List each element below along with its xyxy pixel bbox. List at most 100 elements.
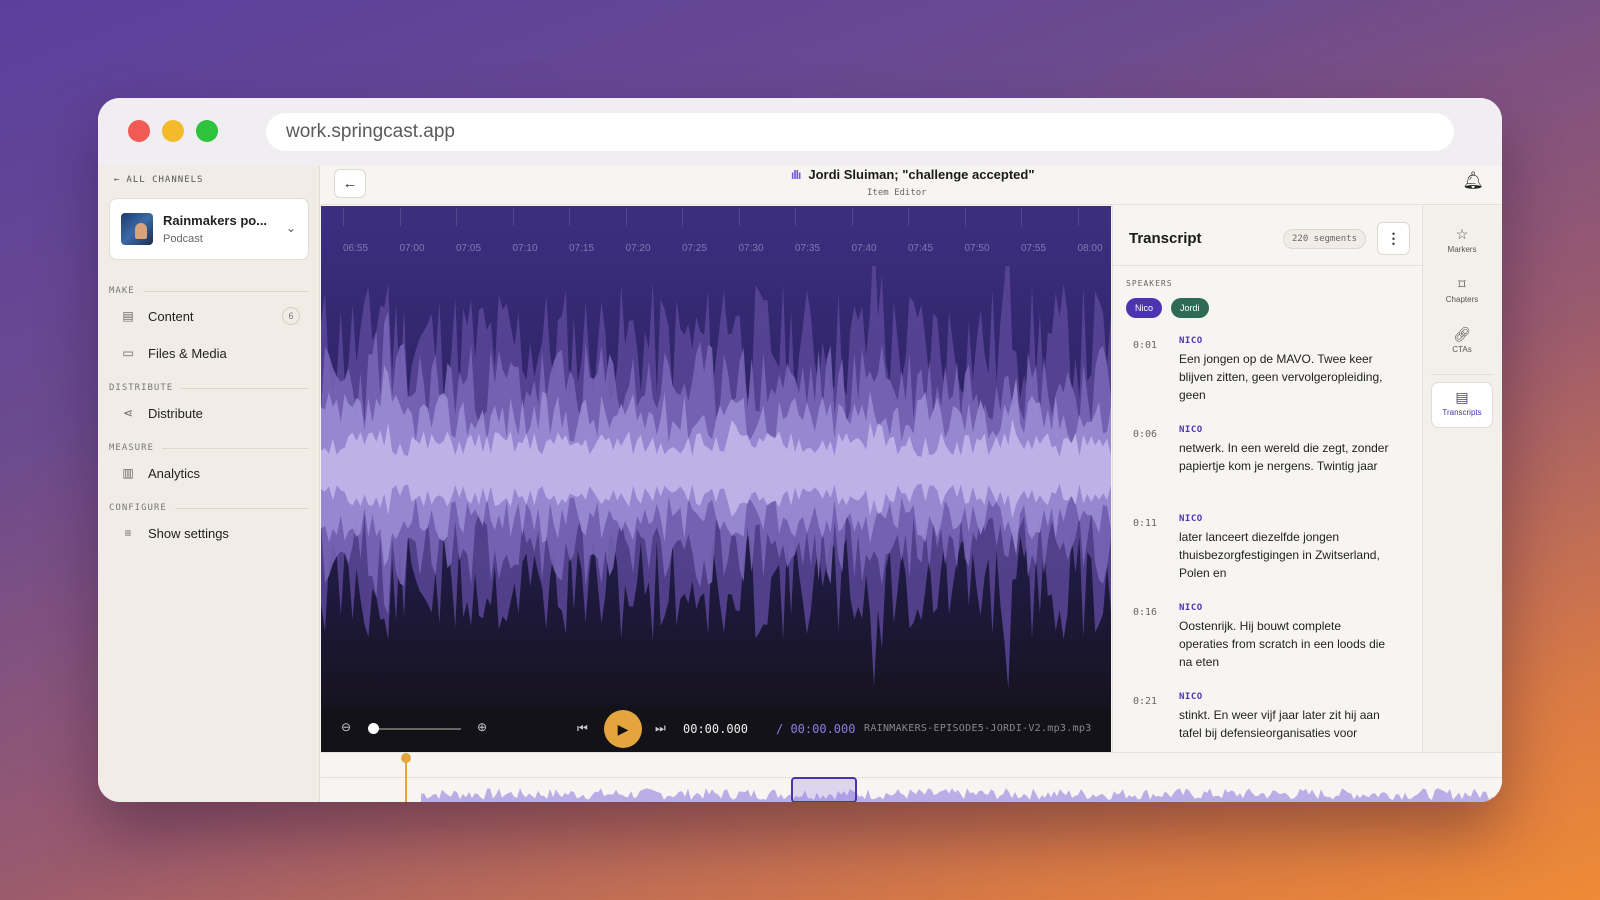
channel-name: Rainmakers po... bbox=[163, 213, 268, 228]
address-bar[interactable]: work.springcast.app bbox=[266, 113, 1454, 151]
timeline-tick bbox=[399, 208, 401, 226]
zoom-out-icon[interactable]: ⊖ bbox=[341, 720, 351, 734]
transcript-header: Transcript 220 segments ⋮ bbox=[1113, 206, 1422, 266]
sidebar-item-label: Content bbox=[148, 308, 194, 324]
speaker-chip-jordi[interactable]: Jordi bbox=[1171, 298, 1209, 318]
timeline-tick bbox=[1021, 208, 1022, 226]
rail-item-label: Chapters bbox=[1445, 295, 1479, 304]
sidebar-item-content[interactable]: ▤ Content 6 bbox=[120, 304, 300, 328]
timeline-tick bbox=[682, 208, 683, 226]
bookmark-icon: ⌑ bbox=[1458, 276, 1466, 292]
player-controls: ⊖ ⊕ ⏮︎ ▶ ⏭︎ 00:00.000 / 00:00.000 RAINMA… bbox=[321, 706, 1111, 752]
section-make: MAKE bbox=[109, 286, 309, 296]
rail-item-ctas[interactable]: 🔗︎ CTAs bbox=[1431, 320, 1493, 366]
segment-speaker: NICO bbox=[1179, 603, 1203, 613]
rail-item-label: CTAs bbox=[1452, 345, 1472, 354]
all-channels-link[interactable]: ← ALL CHANNELS bbox=[114, 175, 203, 185]
link-icon: 🔗︎ bbox=[1453, 326, 1471, 342]
timeline-tick-label: 07:05 bbox=[456, 243, 482, 254]
content-count-badge: 6 bbox=[282, 307, 300, 325]
play-button[interactable]: ▶ bbox=[604, 710, 642, 748]
segment-text: stinkt. En weer vijf jaar later zit hij … bbox=[1179, 708, 1380, 740]
segment-speaker: NICO bbox=[1179, 514, 1203, 524]
sidebar-item-analytics[interactable]: ▥ Analytics bbox=[120, 461, 300, 485]
overview-waveform bbox=[421, 788, 1502, 802]
maximize-window-button[interactable] bbox=[196, 120, 218, 142]
timeline-tick bbox=[343, 208, 344, 226]
all-channels-label: ALL CHANNELS bbox=[126, 175, 204, 185]
total-time: / 00:00.000 bbox=[776, 722, 856, 736]
timeline-tick bbox=[795, 208, 796, 226]
waveform-overview[interactable] bbox=[321, 752, 1502, 802]
waveform-panel[interactable]: 06:55 07:00 07:05 07:10 07:15 07:20 07:25 07:30… bbox=[321, 206, 1111, 706]
segment-speaker: NICO bbox=[1179, 425, 1203, 435]
sidebar-item-label: Analytics bbox=[148, 465, 201, 481]
play-icon: ▶ bbox=[617, 720, 629, 737]
editor-tool-rail: ☆ Markers ⌑ Chapters 🔗︎ CTAs ▤ Transcrip… bbox=[1422, 206, 1502, 752]
sidebar-item-label: Show settings bbox=[148, 525, 229, 541]
timeline-tick bbox=[625, 208, 627, 226]
segment-text: Een jongen op de MAVO. Twee keer blijven… bbox=[1179, 352, 1383, 402]
skip-back-icon[interactable]: ⏮︎ bbox=[577, 721, 588, 736]
rail-item-chapters[interactable]: ⌑ Chapters bbox=[1431, 270, 1493, 316]
rail-item-label: Transcripts bbox=[1442, 408, 1482, 417]
channel-selector[interactable]: Rainmakers po... Podcast ⌄ bbox=[109, 198, 309, 260]
timeline-tick-label: 07:00 bbox=[399, 243, 425, 254]
overview-viewport[interactable] bbox=[791, 777, 857, 802]
arrow-left-icon: ← bbox=[342, 175, 358, 192]
transcript-title: Transcript bbox=[1129, 230, 1202, 247]
speaker-chip-nico[interactable]: Nico bbox=[1126, 298, 1163, 318]
audio-file-name: RAINMAKERS-EPISODE5-JORDI-V2.mp3.mp3 bbox=[864, 723, 1092, 734]
transcript-panel: Transcript 220 segments ⋮ SPEAKERS Nico … bbox=[1112, 206, 1422, 752]
timeline-tick bbox=[456, 208, 457, 226]
sidebar-item-files-media[interactable]: ▭ Files & Media bbox=[120, 341, 300, 365]
more-options-button[interactable]: ⋮ bbox=[1377, 222, 1410, 255]
segment-speaker: NICO bbox=[1179, 336, 1203, 346]
playhead-handle[interactable] bbox=[401, 753, 411, 763]
segment-time: 0:21 bbox=[1133, 696, 1158, 707]
timeline-tick-label: 07:40 bbox=[851, 243, 877, 254]
back-button[interactable]: ← bbox=[334, 169, 366, 198]
segment-time: 0:01 bbox=[1133, 340, 1158, 351]
waveform-icon: ıllı bbox=[791, 167, 801, 182]
skip-forward-icon[interactable]: ⏭︎ bbox=[655, 721, 666, 736]
rail-item-transcripts[interactable]: ▤ Transcripts bbox=[1431, 382, 1493, 428]
timeline-tick bbox=[964, 208, 966, 226]
zoom-in-icon[interactable]: ⊕ bbox=[477, 720, 487, 734]
sidebar-item-label: Distribute bbox=[148, 405, 203, 421]
sidebar-item-show-settings[interactable]: ≡ Show settings bbox=[120, 521, 300, 545]
segment-time: 0:11 bbox=[1133, 518, 1158, 529]
url-text: work.springcast.app bbox=[286, 121, 455, 142]
kebab-menu-icon: ⋮ bbox=[1386, 230, 1401, 246]
segment-text: Oostenrijk. Hij bouwt complete operaties… bbox=[1179, 619, 1386, 669]
timeline-tick-label: 07:45 bbox=[908, 243, 934, 254]
item-title-text: Jordi Sluiman; "challenge accepted" bbox=[808, 167, 1035, 182]
sidebar-item-distribute[interactable]: ⋖ Distribute bbox=[120, 401, 300, 425]
sliders-icon: ≡ bbox=[124, 526, 132, 540]
waveform-display[interactable] bbox=[321, 266, 1111, 706]
editor-header: ← ıllı Jordi Sluiman; "challenge accepte… bbox=[321, 166, 1502, 205]
zoom-slider[interactable] bbox=[373, 728, 461, 730]
speakers-label: SPEAKERS bbox=[1126, 279, 1173, 288]
sidebar: ← ALL CHANNELS Rainmakers po... Podcast … bbox=[98, 166, 320, 802]
zoom-slider-handle[interactable] bbox=[368, 723, 379, 734]
current-time: 00:00.000 bbox=[683, 722, 749, 736]
item-subtitle: Item Editor bbox=[867, 188, 927, 198]
minimize-window-button[interactable] bbox=[162, 120, 184, 142]
channel-artwork bbox=[121, 213, 153, 245]
timeline-tick bbox=[738, 208, 740, 226]
close-window-button[interactable] bbox=[128, 120, 150, 142]
item-title: ıllı Jordi Sluiman; "challenge accepted" bbox=[791, 167, 1035, 182]
rail-item-markers[interactable]: ☆ Markers bbox=[1431, 220, 1493, 266]
sidebar-item-label: Files & Media bbox=[148, 345, 227, 361]
bell-icon[interactable]: 🔔︎ bbox=[1462, 171, 1484, 191]
overview-waveform-shape bbox=[421, 788, 1502, 802]
segment-text: later lanceert diezelfde jongen thuisbez… bbox=[1179, 530, 1380, 580]
folder-icon: ▭ bbox=[122, 346, 134, 360]
star-icon: ☆ bbox=[1455, 226, 1469, 242]
segment-time: 0:16 bbox=[1133, 607, 1158, 618]
timeline-tick-label: 06:55 bbox=[343, 243, 369, 254]
timeline-tick bbox=[512, 208, 514, 226]
segment-count-badge: 220 segments bbox=[1283, 229, 1367, 249]
timeline-tick-label: 07:20 bbox=[625, 243, 651, 254]
